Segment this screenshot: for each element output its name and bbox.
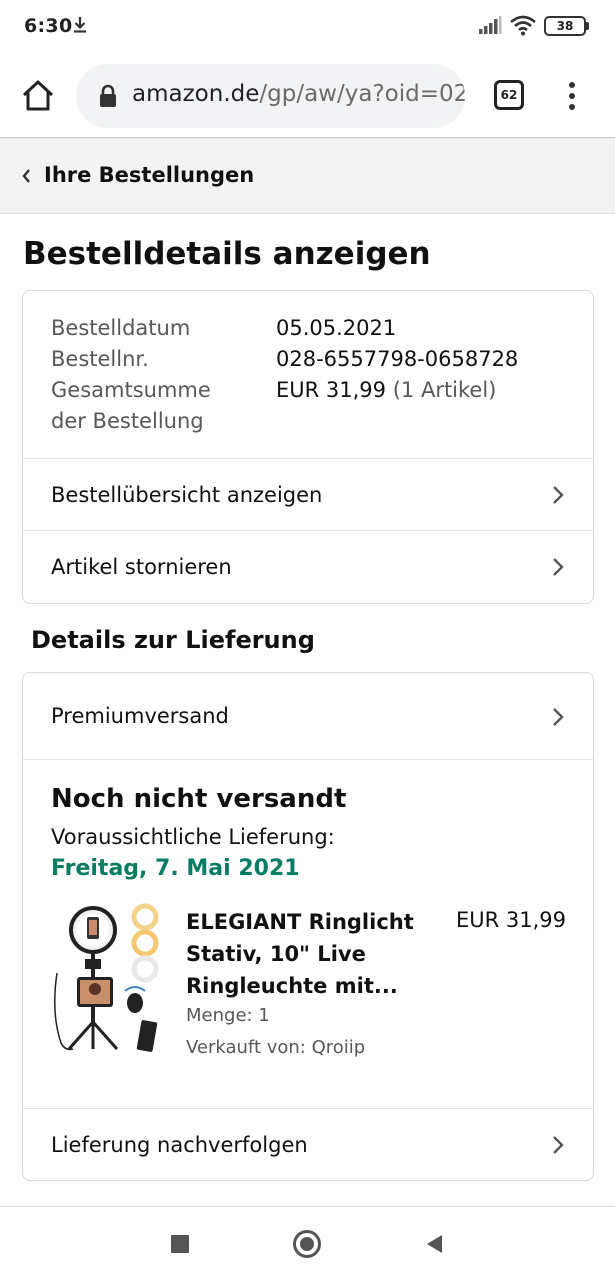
more-options-icon[interactable] [562,80,582,112]
chevron-right-icon [553,708,564,726]
order-total-label: Gesamtsumme [51,378,211,402]
browser-toolbar: amazon.de/gp/aw/ya?oid=02 62 [0,54,615,138]
home-circle-inner [300,1237,314,1251]
shipping-speed-row[interactable]: Premiumversand [23,673,593,759]
signal-icon [479,16,502,34]
battery-tip [585,22,589,30]
chevron-right-icon [553,486,564,504]
view-order-summary-label: Bestellübersicht anzeigen [51,483,323,507]
order-total-amount: EUR 31,99 [276,378,387,402]
order-total-value: EUR 31,99 (1 Artikel) [276,375,496,406]
system-navigation-bar [0,1206,615,1280]
product-price: EUR 31,99 [456,908,567,932]
url-host: amazon.de [132,81,260,107]
track-package-label: Lieferung nachverfolgen [51,1133,308,1157]
order-date-label: Bestelldatum [51,316,191,340]
delivery-section-title: Details zur Lieferung [31,626,315,654]
back-triangle-icon[interactable] [424,1233,444,1255]
view-order-summary-row[interactable]: Bestellübersicht anzeigen [23,458,593,530]
track-package-row[interactable]: Lieferung nachverfolgen [23,1108,593,1181]
status-time: 6:30 [24,15,73,37]
lock-icon [100,84,116,107]
breadcrumb-label: Ihre Bestellungen [44,163,255,187]
expected-delivery-date: Freitag, 7. Mai 2021 [51,856,300,881]
chevron-right-icon [553,1136,564,1154]
product-quantity: Menge: 1 [186,1005,270,1026]
shipping-speed-label: Premiumversand [51,704,229,728]
cancel-items-label: Artikel stornieren [51,555,232,579]
wifi-icon [510,15,536,36]
page-title: Bestelldetails anzeigen [23,236,431,272]
home-icon[interactable] [18,76,58,116]
divider [23,759,593,760]
chevron-left-icon [22,169,30,183]
order-summary-card: Bestelldatum 05.05.2021 Bestellnr. 028-6… [22,290,594,604]
tab-switcher-button[interactable]: 62 [494,80,524,110]
recent-apps-icon[interactable] [171,1235,189,1253]
cancel-items-row[interactable]: Artikel stornieren [23,530,593,604]
battery-level: 38 [556,19,574,33]
battery-icon: 38 [544,16,586,36]
breadcrumb[interactable]: Ihre Bestellungen [0,139,615,214]
download-icon [74,17,86,33]
expected-delivery-label: Voraussichtliche Lieferung: [51,825,335,849]
address-bar[interactable]: amazon.de/gp/aw/ya?oid=02 [76,64,465,128]
product-title[interactable]: ELEGIANT Ringlicht Stativ, 10" Live Ring… [186,906,426,1002]
delivery-card: Premiumversand Noch nicht versandt Vorau… [22,672,594,1181]
shipment-status: Noch nicht versandt [51,784,347,814]
tab-count: 62 [500,88,518,102]
product-seller: Verkauft von: Qroiip [186,1037,366,1058]
status-bar: 6:30 38 [0,0,615,54]
order-date-value: 05.05.2021 [276,316,397,340]
chevron-right-icon [553,558,564,576]
home-circle-icon[interactable] [293,1230,321,1258]
order-item-count: (1 Artikel) [392,378,497,402]
order-total-label-line2: der Bestellung [51,409,204,433]
order-number-label: Bestellnr. [51,347,149,371]
order-number-value: 028-6557798-0658728 [276,347,519,371]
url-path: /gp/aw/ya?oid=02 [259,81,465,107]
url-text: amazon.de/gp/aw/ya?oid=02 [132,81,465,107]
product-image[interactable] [47,903,167,1053]
